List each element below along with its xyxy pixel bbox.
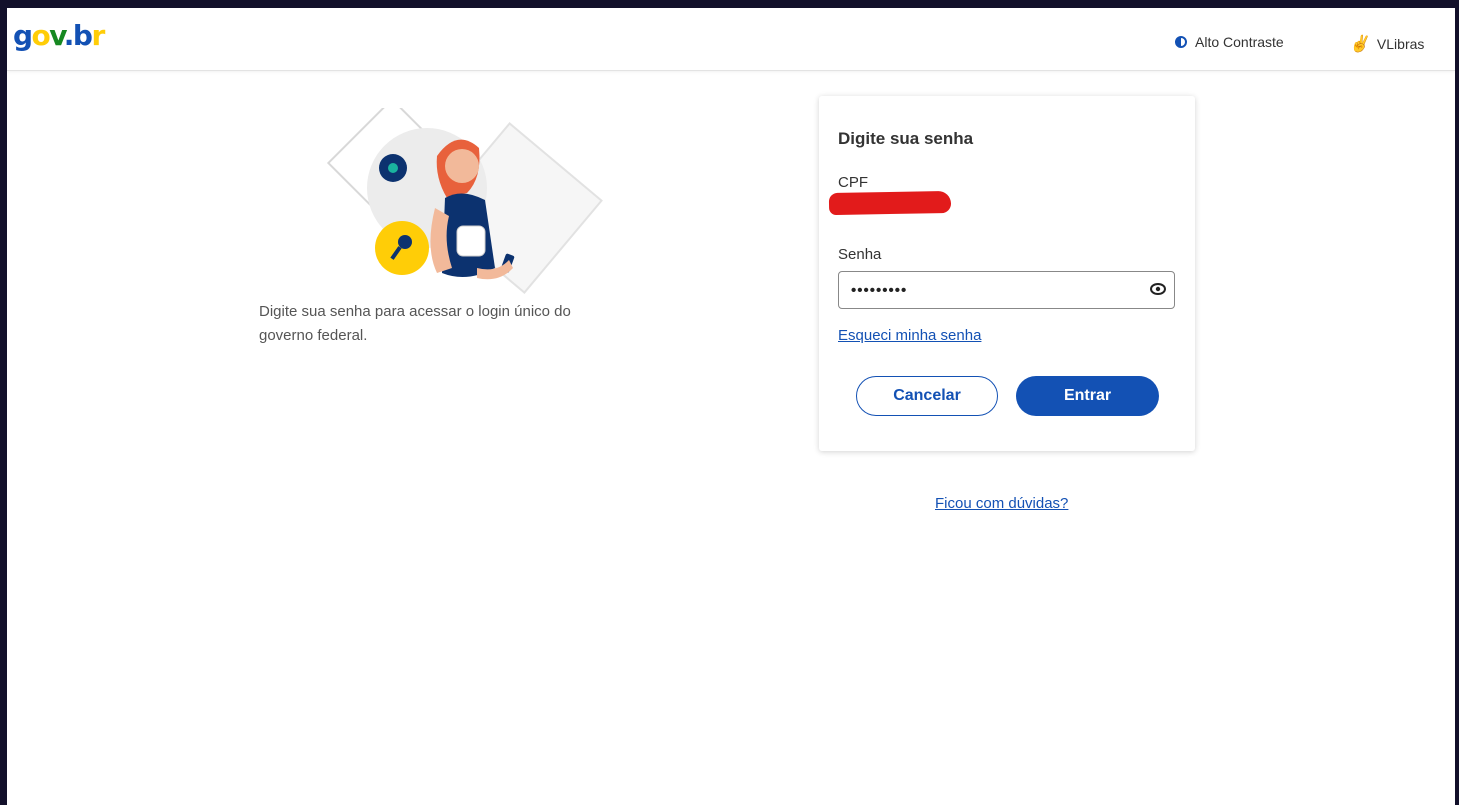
password-input[interactable]	[838, 271, 1175, 309]
top-header: gov.br Alto Contraste ✌ VLibras	[7, 8, 1455, 71]
vlibras-label: VLibras	[1376, 36, 1425, 52]
browser-viewport: gov.br Alto Contraste ✌ VLibras Digite s…	[7, 8, 1455, 805]
password-illustration	[326, 108, 603, 294]
high-contrast-button[interactable]: Alto Contraste	[1175, 34, 1284, 50]
help-link[interactable]: Ficou com dúvidas?	[935, 495, 1068, 512]
cpf-label: CPF	[838, 174, 868, 191]
card-title: Digite sua senha	[838, 129, 974, 148]
cancel-button[interactable]: Cancelar	[856, 376, 998, 416]
password-label: Senha	[838, 246, 882, 263]
enter-button[interactable]: Entrar	[1016, 376, 1159, 416]
intro-text: Digite sua senha para acessar o login ún…	[259, 303, 571, 344]
high-contrast-label: Alto Contraste	[1195, 34, 1284, 50]
govbr-logo[interactable]: gov.br	[13, 18, 105, 54]
cpf-redaction	[828, 190, 952, 216]
forgot-password-link[interactable]: Esqueci minha senha	[838, 327, 981, 344]
vlibras-hand-icon: ✌	[1349, 36, 1369, 53]
vlibras-button[interactable]: ✌ VLibras	[1349, 34, 1424, 54]
eye-icon[interactable]	[1150, 283, 1166, 295]
login-card: Digite sua senha CPF Senha Esqueci minha…	[819, 96, 1195, 451]
contrast-icon	[1175, 36, 1187, 48]
